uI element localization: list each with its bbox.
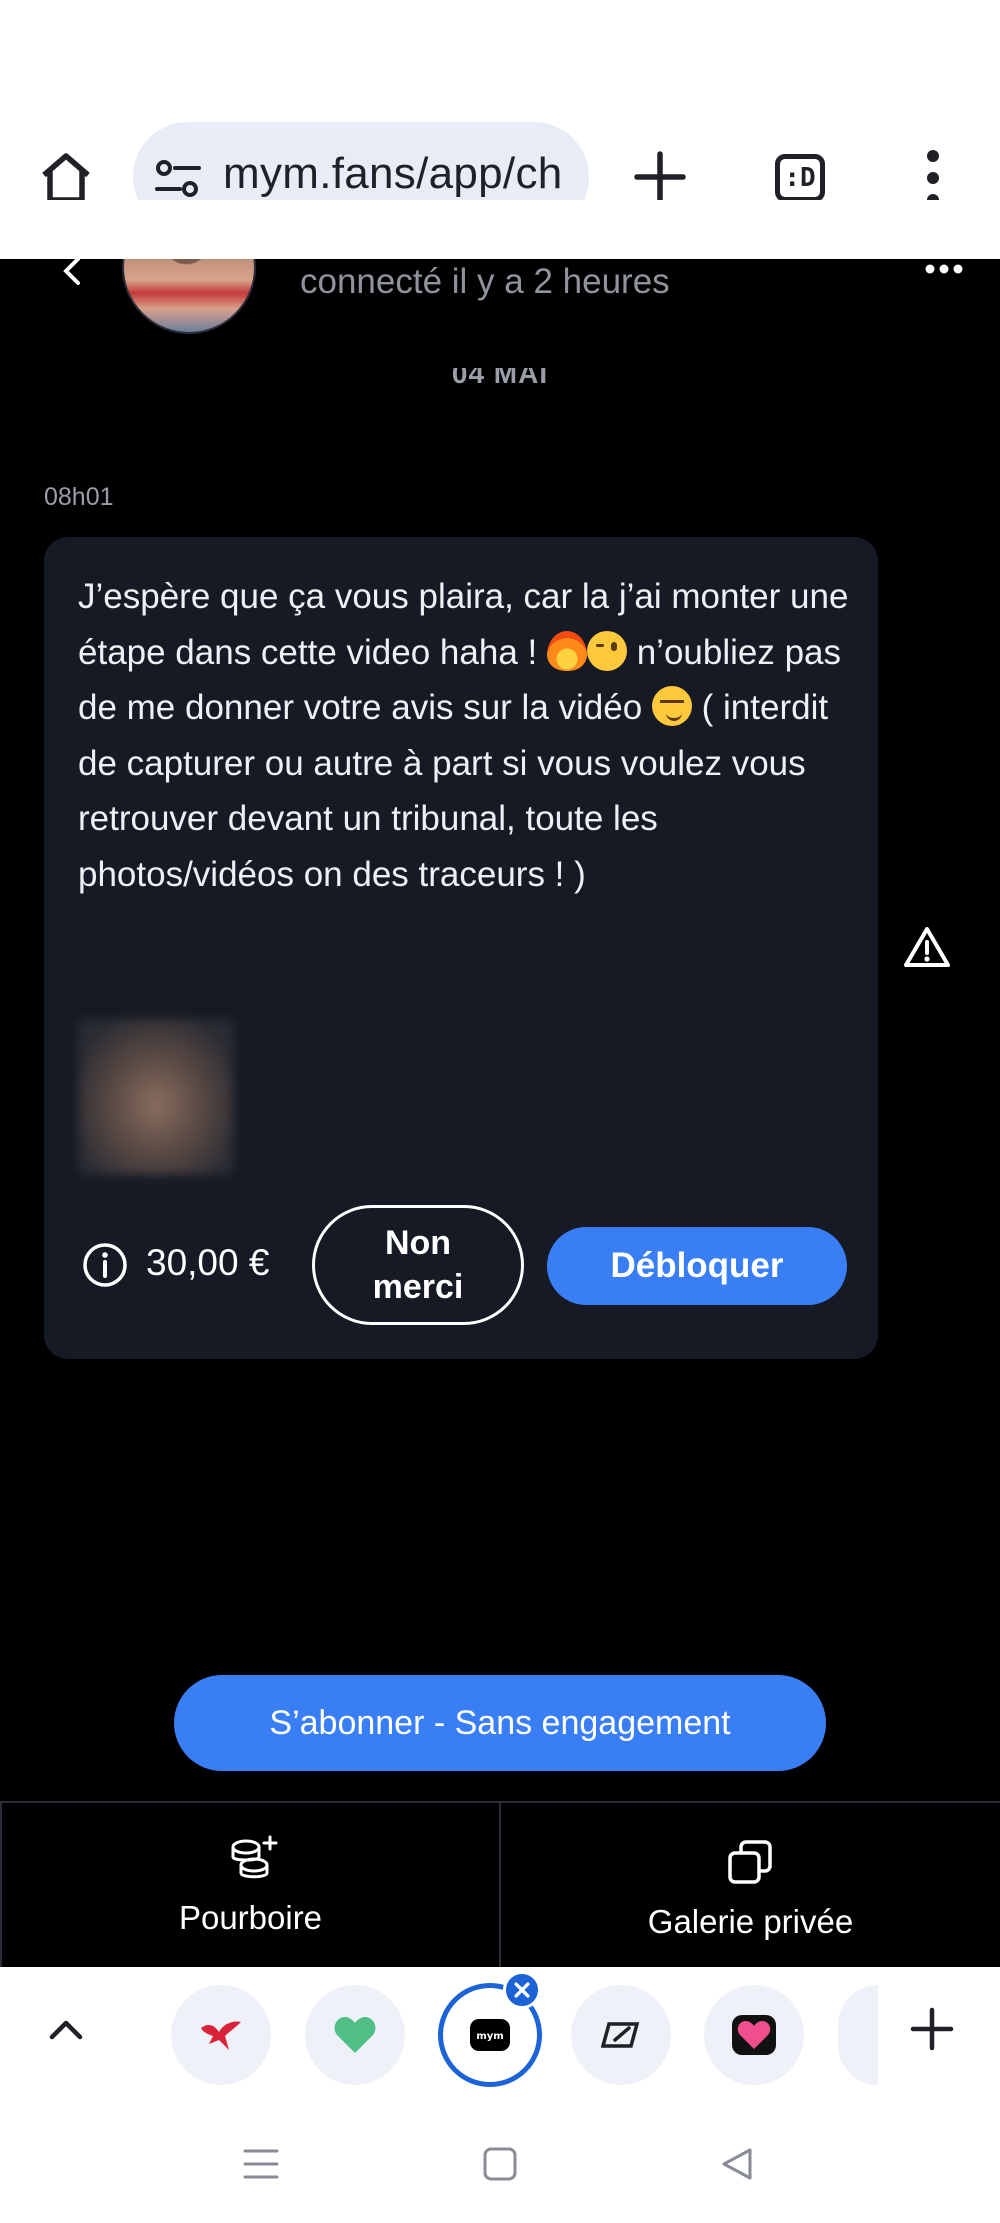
- home-nav-icon[interactable]: [483, 2147, 517, 2181]
- browser-tab[interactable]: [305, 1985, 405, 2085]
- tip-tab[interactable]: Pourboire: [0, 1803, 501, 1969]
- unlock-button[interactable]: Débloquer: [547, 1227, 847, 1305]
- message-text: J’espère que ça vous plaira, car la j’ai…: [78, 569, 868, 902]
- back-nav-icon[interactable]: [720, 2147, 754, 2181]
- decline-button[interactable]: Non merci: [312, 1205, 524, 1325]
- smirk-emoji-icon: [651, 686, 692, 726]
- warning-icon[interactable]: [903, 925, 951, 969]
- status-bar: [0, 0, 1000, 118]
- media-price: 30,00 €: [146, 1242, 270, 1283]
- date-separator: 04 MAI: [0, 368, 1000, 398]
- gallery-label: Galerie privée: [647, 1903, 854, 1940]
- red-bird-favicon-icon: [201, 2021, 241, 2050]
- mym-favicon-icon: mym: [470, 2019, 510, 2051]
- chevron-left-icon[interactable]: [56, 255, 86, 293]
- browser-tab-strip: mym: [0, 1967, 1000, 2103]
- browser-tab[interactable]: [171, 1985, 271, 2085]
- toolbar-overlay: [0, 118, 1000, 258]
- plus-icon[interactable]: [910, 2007, 954, 2051]
- chat-action-tabs: Pourboire Galerie privée: [0, 1801, 1000, 1969]
- browser-tab[interactable]: [704, 1985, 804, 2085]
- more-horizontal-icon[interactable]: [924, 263, 964, 275]
- fire-emoji-icon: [546, 630, 587, 671]
- wink-emoji-icon: [586, 630, 627, 671]
- edit-favicon-icon: [601, 2022, 640, 2048]
- close-tab-icon[interactable]: [503, 1971, 541, 2009]
- pink-heart-favicon-icon: [732, 2015, 776, 2055]
- system-nav-bar: [0, 2103, 1000, 2223]
- tip-label: Pourboire: [178, 1899, 323, 1936]
- browser-tab[interactable]: [571, 1985, 671, 2085]
- copy-icon: [728, 1840, 772, 1884]
- presence-status: connecté il y a 2 heures: [300, 262, 670, 301]
- private-gallery-tab[interactable]: Galerie privée: [501, 1803, 1000, 1969]
- chevron-up-icon[interactable]: [48, 2017, 84, 2041]
- green-heart-favicon-icon: [334, 2017, 376, 2053]
- subscribe-button[interactable]: S’abonner - Sans engagement: [174, 1675, 826, 1771]
- svg-text:mym: mym: [476, 2031, 503, 2042]
- browser-tab-partial[interactable]: [838, 1985, 878, 2085]
- blurred-media-thumbnail[interactable]: [78, 1019, 234, 1175]
- info-icon[interactable]: [82, 1242, 128, 1288]
- recent-apps-icon[interactable]: [243, 2147, 279, 2181]
- date-separator-label: 04 MAI: [451, 368, 549, 389]
- coins-plus-icon: [231, 1835, 278, 1879]
- message-time: 08h01: [44, 483, 114, 511]
- message-bubble: J’espère que ça vous plaira, car la j’ai…: [44, 537, 878, 1359]
